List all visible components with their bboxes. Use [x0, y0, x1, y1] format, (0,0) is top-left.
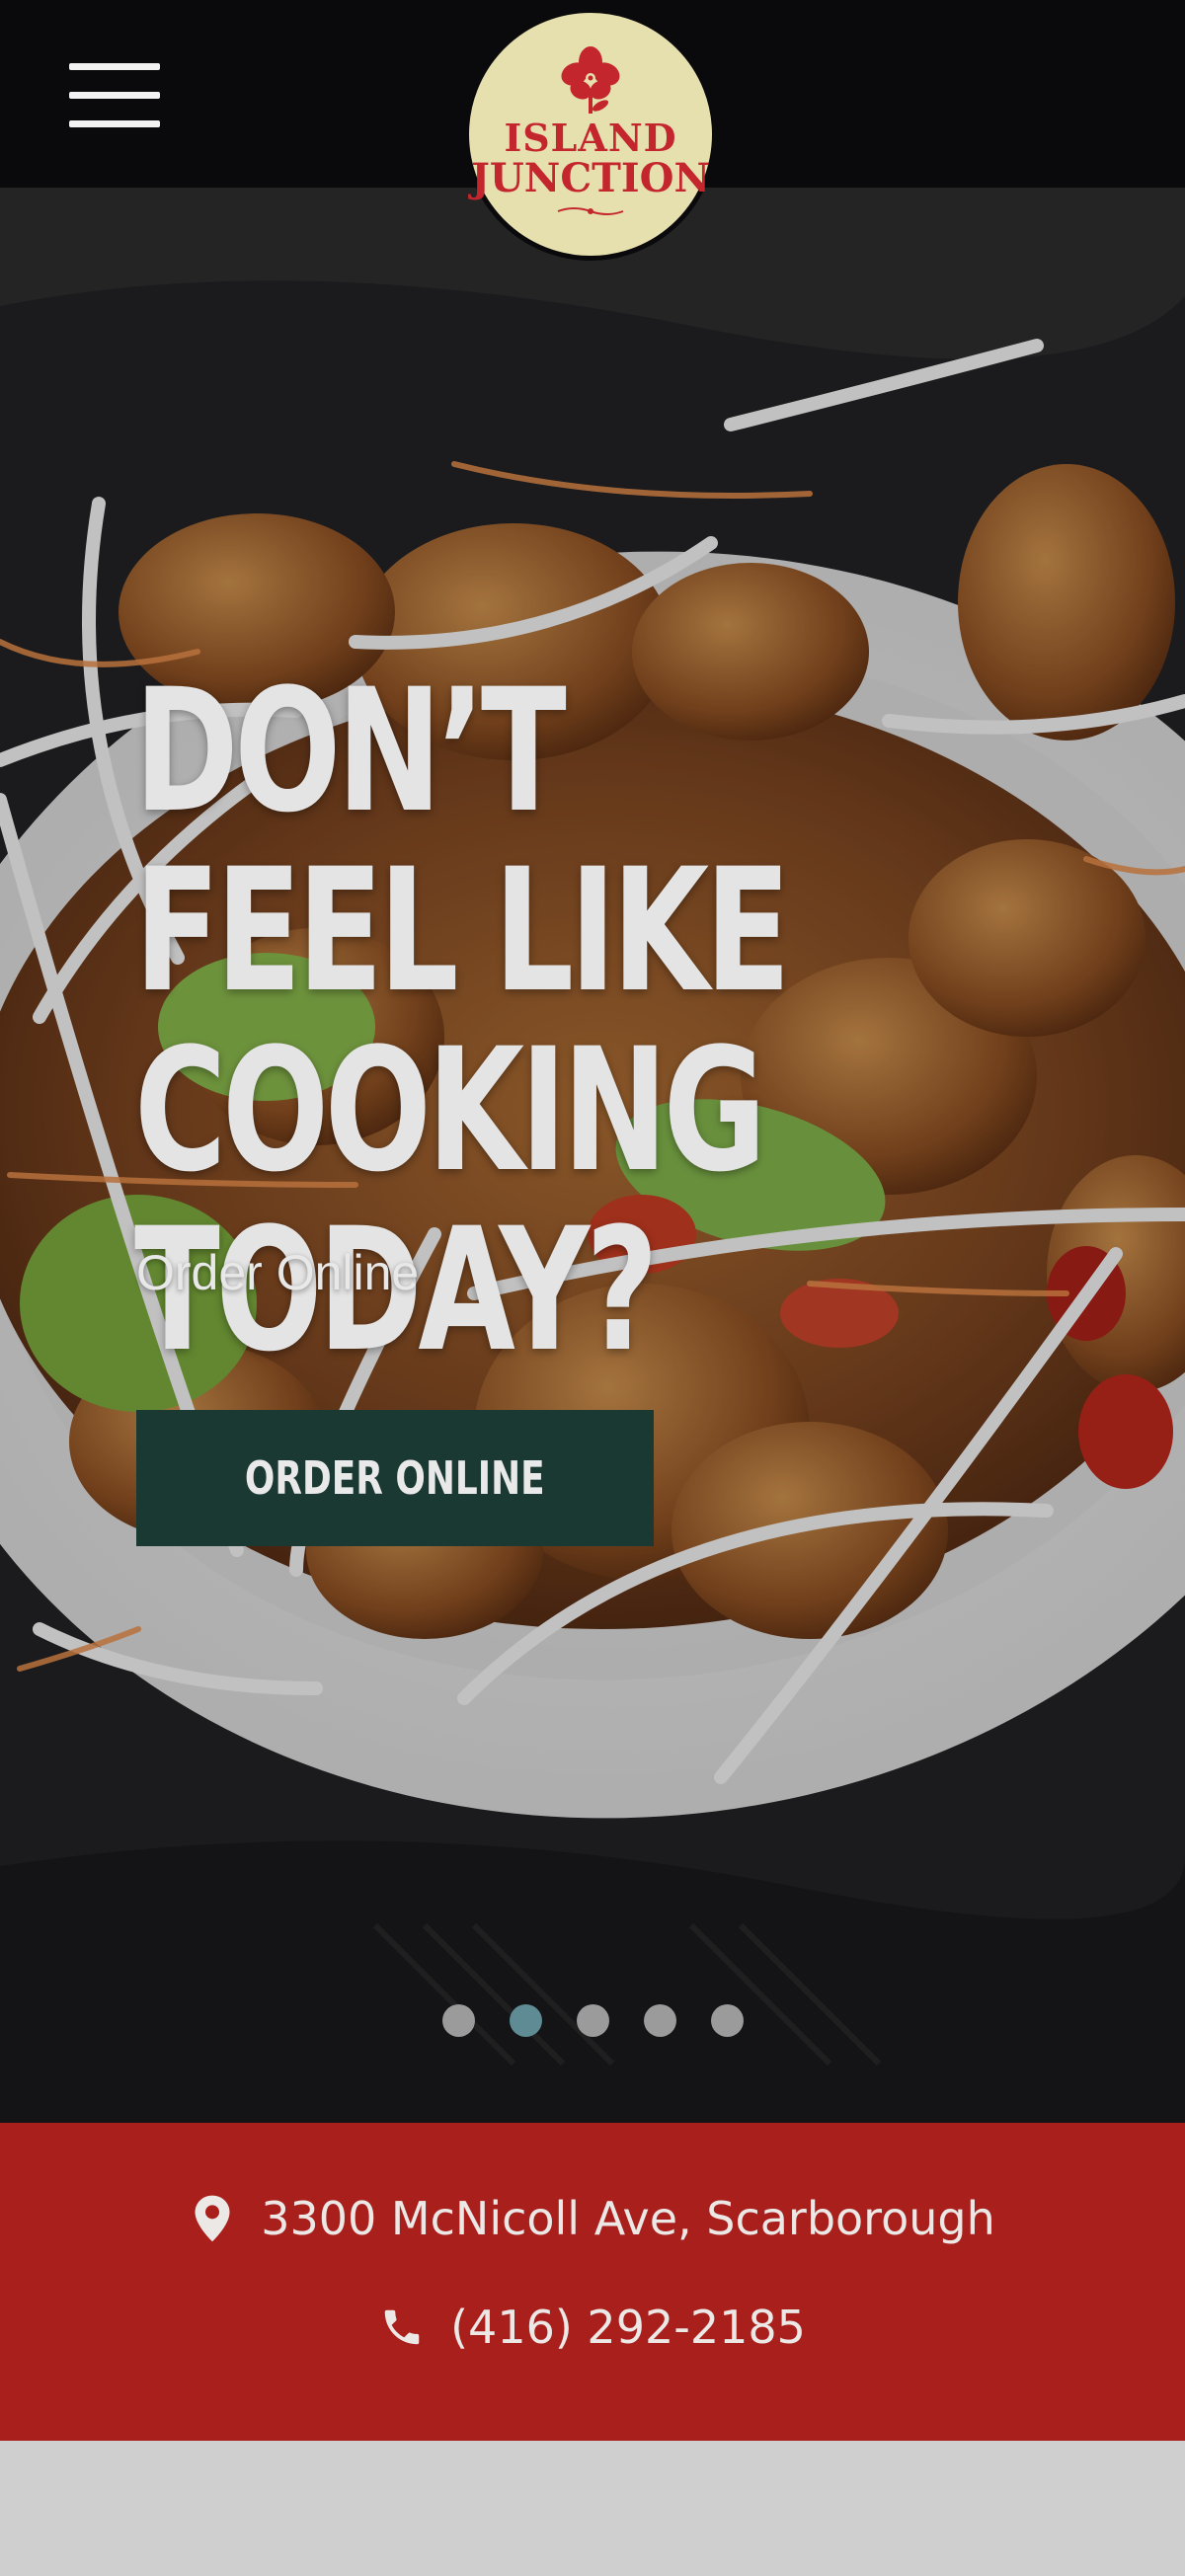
hamburger-menu-icon[interactable]	[69, 63, 160, 128]
map-pin-icon	[195, 2195, 230, 2242]
carousel-pagination	[0, 2004, 1185, 2044]
phone-icon	[384, 2309, 420, 2345]
order-online-button-label: ORDER ONLINE	[245, 1451, 545, 1505]
carousel-dot-1[interactable]	[441, 2004, 475, 2037]
phone-row[interactable]: (416) 292-2185	[0, 2301, 1185, 2354]
site-logo[interactable]: ISLAND JUNCTION	[464, 8, 717, 261]
carousel-dot-3[interactable]	[576, 2004, 609, 2037]
hibiscus-flower-icon	[561, 46, 620, 114]
footer-strip	[0, 2441, 1185, 2576]
menu-bar	[69, 63, 160, 70]
logo-line2: JUNCTION	[470, 155, 711, 201]
phone-text: (416) 292-2185	[450, 2301, 806, 2354]
carousel-dot-5[interactable]	[710, 2004, 744, 2037]
address-row[interactable]: 3300 McNicoll Ave, Scarborough	[0, 2192, 1185, 2245]
hero-carousel: DON’T FEEL LIKE COOKING TODAY? Order Onl…	[0, 188, 1185, 2123]
logo-line1: ISLAND	[504, 116, 677, 160]
carousel-dot-2[interactable]	[509, 2004, 542, 2037]
address-text: 3300 McNicoll Ave, Scarborough	[261, 2192, 995, 2245]
carousel-dot-4[interactable]	[643, 2004, 676, 2037]
menu-bar	[69, 120, 160, 127]
logo-ornament	[557, 207, 624, 215]
order-online-button[interactable]: ORDER ONLINE	[136, 1410, 654, 1546]
contact-bar: 3300 McNicoll Ave, Scarborough (416) 292…	[0, 2123, 1185, 2441]
hero-subline: Order Online	[136, 1245, 420, 1300]
menu-bar	[69, 92, 160, 99]
